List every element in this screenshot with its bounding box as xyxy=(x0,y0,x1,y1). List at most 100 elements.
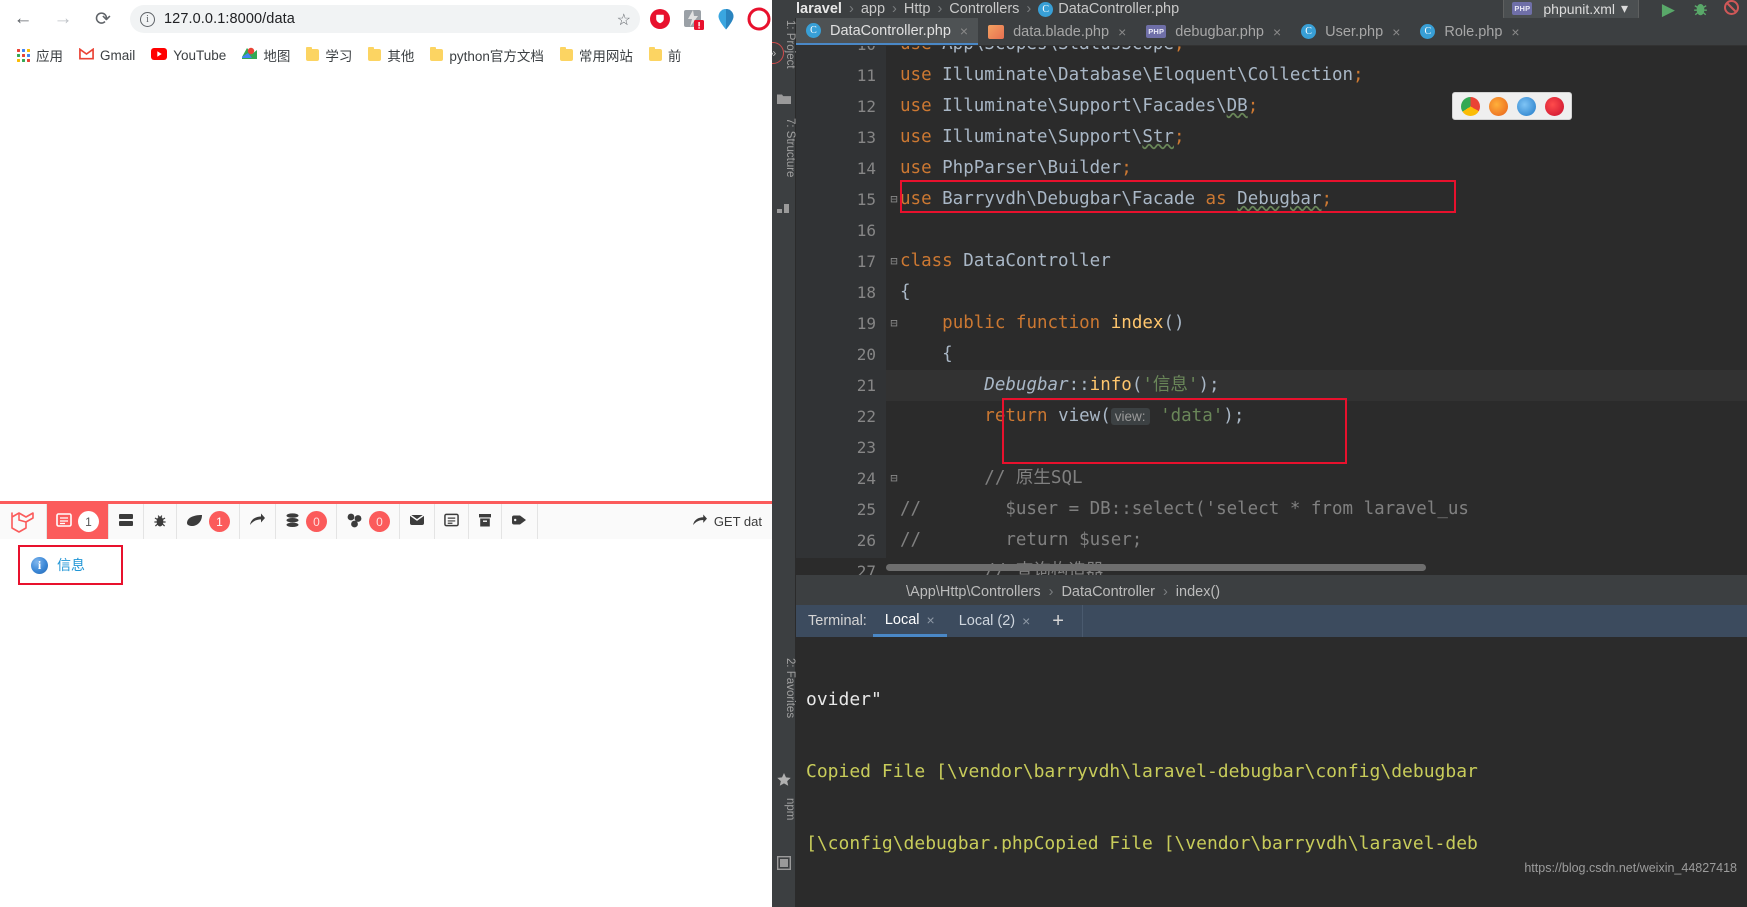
editor-tab-datacontroller[interactable]: C DataController.php × xyxy=(796,18,979,45)
debugbar-tab-route[interactable]: 1 xyxy=(177,504,240,539)
code-line[interactable]: use App\Scopes\StatusScope; xyxy=(886,46,1747,60)
breadcrumb-namespace[interactable]: \App\Http\Controllers xyxy=(906,584,1041,600)
opera-icon[interactable] xyxy=(746,6,772,32)
broken-extension-icon[interactable] xyxy=(680,6,706,32)
apps-grid-icon xyxy=(17,48,30,62)
firefox-icon[interactable] xyxy=(1489,96,1508,116)
debugbar-tab-models[interactable]: 0 xyxy=(337,504,400,539)
terminal-icon[interactable] xyxy=(776,855,792,871)
close-icon[interactable]: × xyxy=(960,23,968,39)
back-button[interactable]: ← xyxy=(6,2,40,36)
safari-icon[interactable] xyxy=(1517,96,1536,116)
close-icon[interactable]: × xyxy=(1511,24,1519,40)
code-line[interactable]: class DataController xyxy=(886,246,1747,277)
forward-button[interactable]: → xyxy=(46,2,80,36)
close-icon[interactable]: × xyxy=(1118,24,1126,40)
chrome-icon[interactable] xyxy=(1461,96,1480,116)
editor-tab-datablade[interactable]: data.blade.php × xyxy=(978,18,1136,45)
screenshot-root: ← → ⟳ i 127.0.0.1:8000/data ☆ 应用 Gmail Y… xyxy=(0,0,1747,907)
code-line[interactable]: use Illuminate\Database\Eloquent\Collect… xyxy=(886,60,1747,91)
code-line[interactable]: { xyxy=(886,339,1747,370)
path-segment-http: Http xyxy=(903,1,931,17)
code-line[interactable]: // $user = DB::select('select * from lar… xyxy=(886,494,1747,525)
folder-icon xyxy=(559,46,573,61)
url-text: 127.0.0.1:8000/data xyxy=(164,11,295,27)
code-line[interactable]: use Illuminate\Support\Facades\DB; xyxy=(886,91,1747,122)
debugbar-tab-redirect[interactable] xyxy=(240,504,276,539)
editor-tab-debugbar[interactable]: PHP debugbar.php × xyxy=(1136,18,1291,45)
breadcrumb-separator: › xyxy=(1162,583,1168,600)
yandex-icon[interactable] xyxy=(713,6,739,32)
close-icon[interactable]: × xyxy=(1273,24,1281,40)
editor-code-area[interactable]: use App\Scopes\StatusScope;use Illuminat… xyxy=(886,46,1747,575)
editor-gutter[interactable]: 10 11 12 13 14 15⊟ 16 17⊟ 18 19⊟ 20 21 22 23 24⊟ 25 26 27 xyxy=(796,46,898,575)
debugbar-tab-gate[interactable] xyxy=(502,504,538,539)
debugbar-tab-queries[interactable]: 0 xyxy=(276,504,337,539)
editor-tab-role[interactable]: C Role.php × xyxy=(1410,18,1529,45)
terminal-line: Copied File [\vendor\barryvdh\laravel-de… xyxy=(806,761,1478,782)
code-line[interactable]: { xyxy=(886,277,1747,308)
breadcrumb-method[interactable]: index() xyxy=(1176,584,1220,600)
add-terminal-button[interactable]: + xyxy=(1042,610,1074,633)
bookmark-folder-xuexi[interactable]: 学习 xyxy=(298,42,360,68)
code-line[interactable]: use PhpParser\Builder; xyxy=(886,153,1747,184)
debugbar-current-request[interactable]: GET dat xyxy=(682,504,772,539)
debugbar-laravel-logo[interactable] xyxy=(0,504,47,539)
folder-icon xyxy=(368,46,382,61)
bookmark-folder-qian[interactable]: 前 xyxy=(641,42,690,68)
code-line[interactable]: // 原生SQL xyxy=(886,463,1747,494)
terminal-tab-local-2[interactable]: Local (2) × xyxy=(947,605,1043,637)
close-icon[interactable]: × xyxy=(1022,613,1030,629)
grid-icon[interactable] xyxy=(777,204,791,218)
run-button[interactable]: ▶ xyxy=(1662,0,1675,20)
debugbar-badge: 1 xyxy=(78,511,99,532)
close-icon[interactable]: × xyxy=(1392,24,1400,40)
debugbar-tab-mails[interactable] xyxy=(400,504,435,539)
debugbar-tab-messages[interactable]: 1 xyxy=(47,504,109,539)
address-bar[interactable]: i 127.0.0.1:8000/data ☆ xyxy=(130,5,640,33)
code-line[interactable]: return view(view: 'data'); xyxy=(886,401,1747,432)
tool-window-npm[interactable]: npm xyxy=(772,798,796,820)
code-line[interactable]: use Illuminate\Support\Str; xyxy=(886,122,1747,153)
bookmark-gmail[interactable]: Gmail xyxy=(71,42,143,68)
editor-tab-user[interactable]: C User.php × xyxy=(1291,18,1410,45)
code-line[interactable] xyxy=(886,432,1747,463)
debugbar-tab-request[interactable] xyxy=(435,504,469,539)
bookmark-folder-common-sites[interactable]: 常用网站 xyxy=(552,42,641,68)
code-line[interactable] xyxy=(886,215,1747,246)
opera-icon[interactable] xyxy=(1545,96,1564,116)
debugbar-tab-views[interactable] xyxy=(109,504,144,539)
bookmark-folder-qita[interactable]: 其他 xyxy=(360,42,422,68)
bookmark-folder-python-docs[interactable]: python官方文档 xyxy=(422,42,552,68)
messages-icon xyxy=(56,513,72,530)
site-info-icon[interactable]: i xyxy=(140,11,155,27)
code-line[interactable]: public function index() xyxy=(886,308,1747,339)
code-editor[interactable]: 10 11 12 13 14 15⊟ 16 17⊟ 18 19⊟ 20 21 22 23 24⊟ 25 26 27… xyxy=(796,46,1747,575)
close-icon[interactable]: × xyxy=(927,612,935,628)
bookmark-apps[interactable]: 应用 xyxy=(9,42,71,68)
tool-window-favorites[interactable]: 2: Favorites xyxy=(772,658,796,718)
bookmark-label: YouTube xyxy=(173,47,227,63)
tool-window-structure[interactable]: 7: Structure xyxy=(772,118,796,177)
code-line[interactable]: use Barryvdh\Debugbar\Facade as Debugbar… xyxy=(886,184,1747,215)
project-path-bar: laravel › app › Http › Controllers › C D… xyxy=(772,0,1747,21)
editor-horizontal-scrollbar[interactable] xyxy=(886,564,1426,571)
code-line[interactable]: Debugbar::info('信息'); xyxy=(886,370,1747,401)
folder-icon[interactable] xyxy=(777,92,791,106)
tool-window-project[interactable]: 1: Project xyxy=(772,20,796,69)
adblock-icon[interactable] xyxy=(647,6,673,32)
chevron-down-icon[interactable]: ▾ xyxy=(1621,0,1628,17)
code-line[interactable]: // return $user; xyxy=(886,525,1747,556)
debugbar-tab-session[interactable] xyxy=(469,504,502,539)
bookmark-star-icon[interactable]: ☆ xyxy=(617,10,631,30)
breadcrumb-class[interactable]: DataController xyxy=(1061,584,1155,600)
terminal-tab-local[interactable]: Local × xyxy=(872,605,947,637)
line-number: 16 xyxy=(856,221,876,240)
bookmark-maps[interactable]: 地图 xyxy=(234,42,298,68)
stop-button[interactable] xyxy=(1724,0,1739,20)
star-icon[interactable] xyxy=(777,773,791,787)
path-separator: › xyxy=(1026,1,1032,17)
reload-button[interactable]: ⟳ xyxy=(86,2,120,36)
debugbar-tab-exceptions[interactable] xyxy=(144,504,177,539)
bookmark-youtube[interactable]: YouTube xyxy=(143,42,234,68)
